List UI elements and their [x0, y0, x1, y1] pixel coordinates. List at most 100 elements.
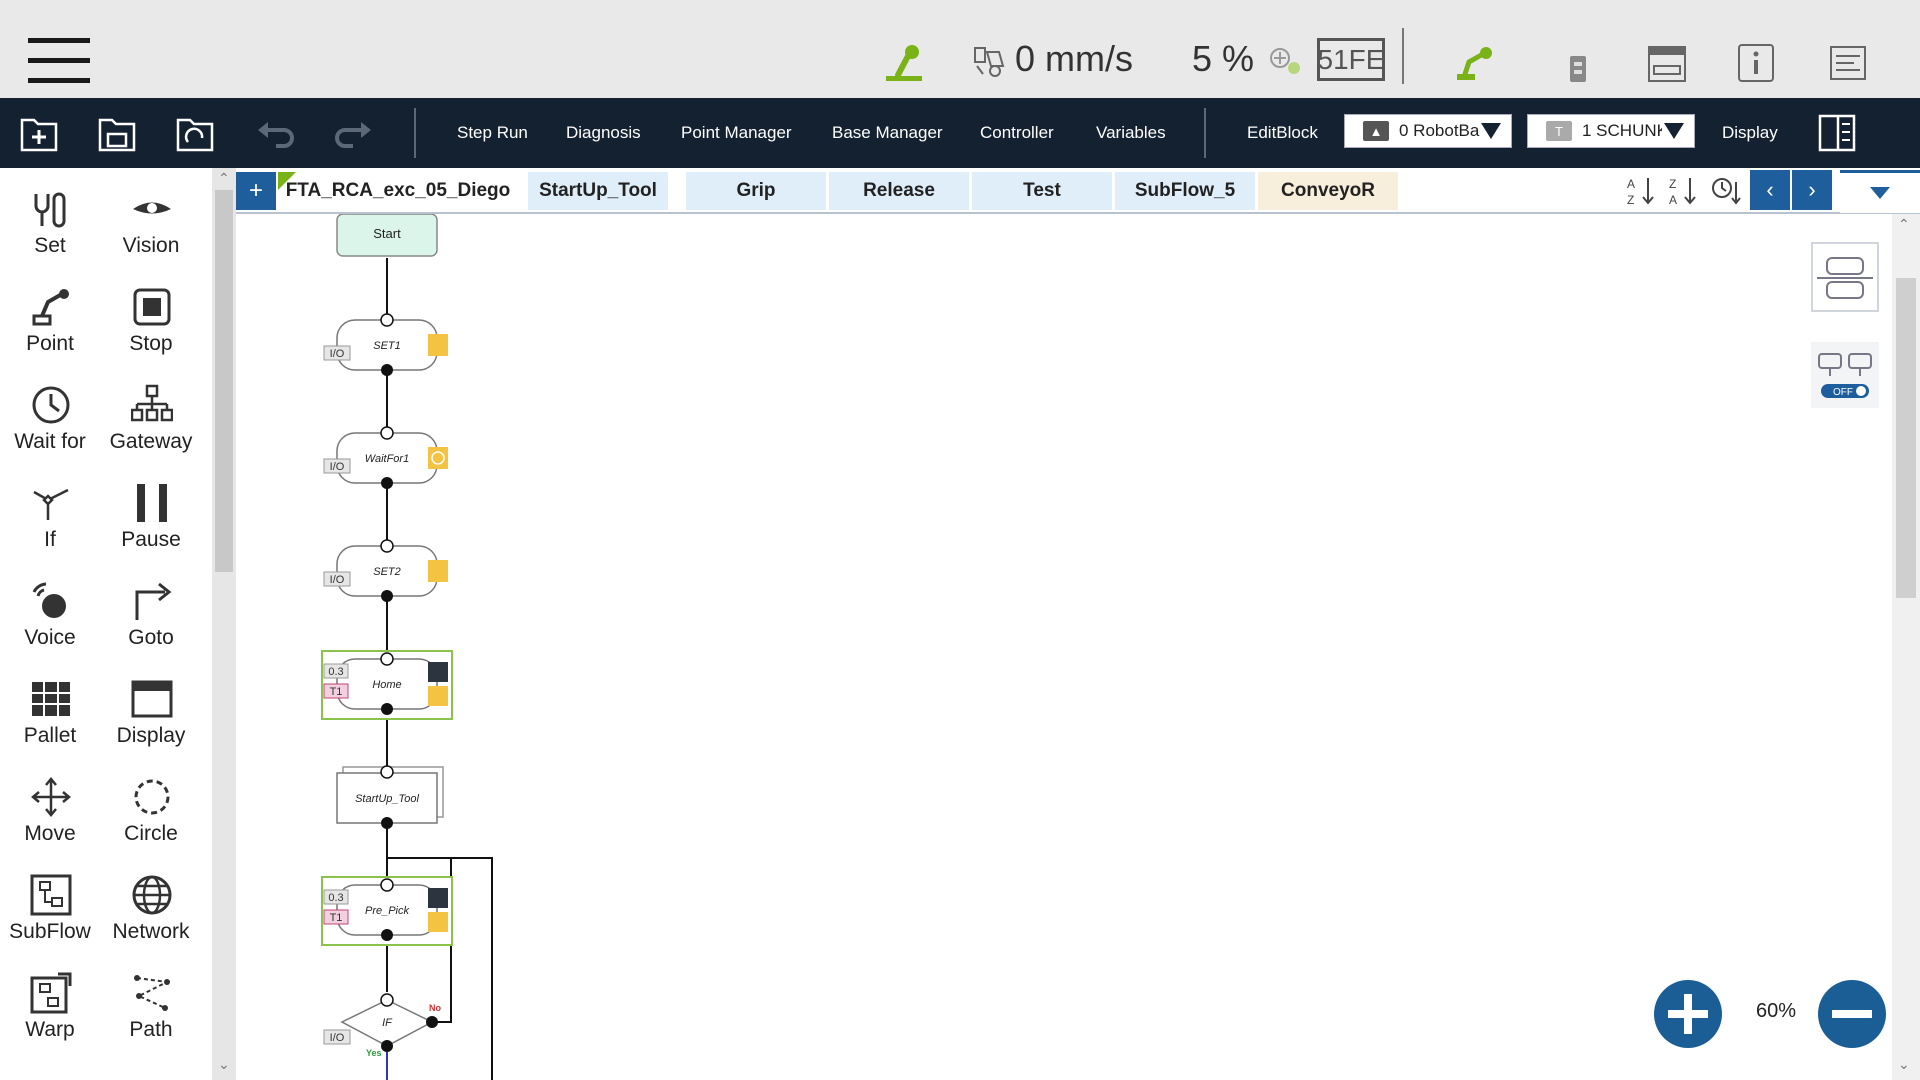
scroll-down-icon[interactable]: ⌄: [218, 1056, 230, 1073]
tab-release[interactable]: Release: [829, 172, 969, 210]
home-node[interactable]: Home 0.3 T1: [321, 650, 453, 720]
palette-gateway[interactable]: Gateway: [101, 364, 201, 462]
grid-toggle-icon[interactable]: OFF: [1811, 342, 1879, 408]
fe-indicator[interactable]: 51FE: [1317, 38, 1385, 81]
palette-label: Pallet: [23, 724, 77, 747]
canvas-scroll-thumb[interactable]: [1896, 278, 1916, 598]
sort-descending-icon[interactable]: Z A: [1666, 174, 1700, 208]
tab-list-dropdown-icon[interactable]: [1840, 170, 1920, 213]
svg-text:Z: Z: [1669, 177, 1676, 191]
palette-point[interactable]: Point: [0, 266, 100, 364]
point-manager-button[interactable]: Point Manager: [681, 98, 792, 168]
hamburger-menu-icon[interactable]: [28, 38, 90, 84]
display-icon: [131, 680, 173, 718]
tab-grip[interactable]: Grip: [686, 172, 826, 210]
startup-tool-label: StartUp_Tool: [355, 793, 419, 805]
circle-icon: [134, 779, 170, 815]
zoom-in-button[interactable]: [1654, 980, 1722, 1048]
undo-icon[interactable]: [254, 112, 296, 154]
startup-tool-node[interactable]: StartUp_Tool: [336, 765, 444, 829]
tab-scroll-right-icon[interactable]: ›: [1792, 170, 1832, 210]
wait-for-icon: [32, 386, 70, 424]
sort-recent-icon[interactable]: [1708, 174, 1742, 208]
palette-voice[interactable]: Voice: [0, 560, 100, 658]
palette-pallet[interactable]: Pallet: [0, 658, 100, 756]
palette-scroll-thumb[interactable]: [215, 190, 233, 572]
tab-conveyor[interactable]: ConveyoR: [1258, 172, 1398, 210]
status-bar: 0 mm/s 5 % 51FE: [0, 0, 1920, 98]
point-icon: [32, 289, 69, 326]
palette-vision[interactable]: Vision: [101, 168, 201, 266]
diagnosis-button[interactable]: Diagnosis: [566, 98, 641, 168]
tool-select[interactable]: T 1 SCHUNK: [1527, 114, 1695, 148]
tab-subflow-5[interactable]: SubFlow_5: [1115, 172, 1255, 210]
variables-button[interactable]: Variables: [1096, 98, 1166, 168]
speed-percent[interactable]: 5 %: [1192, 38, 1254, 80]
stop-icon: [133, 288, 171, 326]
scroll-up-icon[interactable]: ⌃: [1898, 216, 1910, 233]
palette-display[interactable]: Display: [101, 658, 201, 756]
redo-icon[interactable]: [333, 112, 375, 154]
if-label: IF: [382, 1017, 393, 1029]
zoom-out-button[interactable]: [1818, 980, 1886, 1048]
info-icon[interactable]: [1738, 44, 1774, 82]
collision-sensitivity-icon[interactable]: [1268, 46, 1304, 76]
flow-canvas[interactable]: Start SET1 I/O WaitFor1 I/O SET2 I/O Hom…: [236, 214, 1892, 1080]
controller-button[interactable]: Controller: [980, 98, 1054, 168]
pre-pick-node[interactable]: Pre_Pick 0.3 T1: [321, 876, 453, 946]
robot-status-icon[interactable]: [884, 44, 924, 82]
svg-text:A: A: [1627, 177, 1635, 191]
palette-pause[interactable]: Pause: [101, 462, 201, 560]
warp-icon: [30, 972, 72, 1014]
io-tag: I/O: [330, 574, 345, 586]
save-project-icon[interactable]: [96, 112, 138, 154]
point-node-icon: [428, 686, 448, 706]
edit-block-button[interactable]: EditBlock: [1247, 98, 1318, 168]
scroll-up-icon[interactable]: ⌃: [218, 170, 230, 187]
keyboard-icon[interactable]: [1648, 46, 1686, 82]
palette-move[interactable]: Move: [0, 756, 100, 854]
palette-warp[interactable]: Warp: [0, 952, 100, 1050]
scroll-down-icon[interactable]: ⌄: [1898, 1056, 1910, 1073]
tab-fta-rca-exc-05-diego[interactable]: FTA_RCA_exc_05_Diego: [278, 172, 518, 210]
palette-circle[interactable]: Circle: [101, 756, 201, 854]
step-run-button[interactable]: Step Run: [457, 98, 528, 168]
waitfor1-label: WaitFor1: [365, 453, 409, 465]
zoom-level: 60%: [1755, 1000, 1797, 1022]
palette-goto[interactable]: Goto: [101, 560, 201, 658]
palette-subflow[interactable]: SubFlow: [0, 854, 100, 952]
tool-tag: T1: [330, 686, 343, 698]
tab-startup-tool[interactable]: StartUp_Tool: [528, 172, 668, 210]
panel-layout-icon[interactable]: [1816, 112, 1858, 154]
point-node-icon: [428, 662, 448, 682]
palette-network[interactable]: Network: [101, 854, 201, 952]
waitfor1-node[interactable]: WaitFor1 I/O: [323, 426, 448, 489]
auto-layout-icon[interactable]: [1811, 242, 1879, 312]
io-module-icon[interactable]: [1568, 54, 1588, 84]
palette-set[interactable]: Set: [0, 168, 100, 266]
canvas-scrollbar[interactable]: ⌃ ⌄: [1892, 214, 1920, 1080]
sort-ascending-icon[interactable]: A Z: [1624, 174, 1658, 208]
base-manager-button[interactable]: Base Manager: [832, 98, 943, 168]
new-project-icon[interactable]: [18, 112, 60, 154]
if-node[interactable]: IF I/O No Yes: [323, 993, 441, 1080]
display-button[interactable]: Display: [1722, 98, 1778, 168]
base-select[interactable]: ▲ 0 RobotBa: [1344, 114, 1512, 148]
palette-stop[interactable]: Stop: [101, 266, 201, 364]
start-node[interactable]: Start: [336, 214, 438, 257]
palette-if[interactable]: If: [0, 462, 100, 560]
palette-label: Set: [34, 234, 66, 257]
robot-mode-icon[interactable]: [1453, 44, 1495, 82]
io-tag: I/O: [330, 461, 345, 473]
tab-test[interactable]: Test: [972, 172, 1112, 210]
palette-wait-for[interactable]: Wait for: [0, 364, 100, 462]
set1-node[interactable]: SET1 I/O: [323, 313, 448, 376]
palette-path[interactable]: Path: [101, 952, 201, 1050]
palette-scrollbar[interactable]: ⌃ ⌄: [212, 168, 236, 1080]
set2-node[interactable]: SET2 I/O: [323, 539, 448, 602]
path-icon: [134, 975, 171, 1011]
add-tab-button[interactable]: +: [236, 172, 276, 210]
log-panel-icon[interactable]: [1830, 46, 1866, 80]
save-as-project-icon[interactable]: [174, 112, 216, 154]
tab-scroll-left-icon[interactable]: ‹: [1750, 170, 1790, 210]
